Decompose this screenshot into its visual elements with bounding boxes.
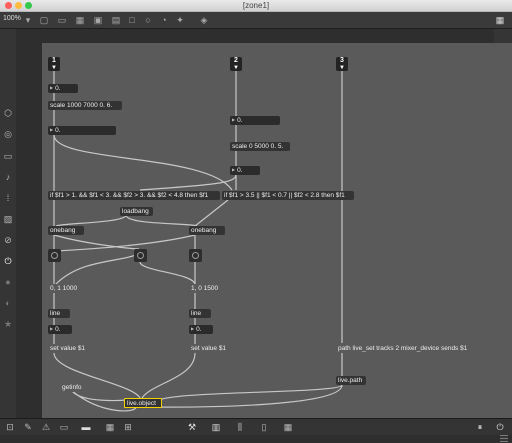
panel-icon[interactable]: ▭ <box>0 150 16 162</box>
number-box-3[interactable]: 0. <box>230 116 280 125</box>
message-box-1[interactable]: 0, 1 1000 <box>48 284 86 293</box>
grid-icon[interactable]: ▦ <box>282 421 294 433</box>
triangle-down-icon: ▼ <box>339 65 345 71</box>
window-title: [zone1] <box>242 1 270 10</box>
lock-icon[interactable]: ▢ <box>38 14 50 26</box>
circle-icon[interactable]: ○ <box>142 14 154 26</box>
bracket-icon[interactable]: ⁞ <box>0 192 16 204</box>
paint-icon[interactable]: ◈ <box>198 14 210 26</box>
live-path-object[interactable]: live.path <box>336 376 366 385</box>
triangle-down-icon: ▼ <box>51 65 57 71</box>
onebang-object-2[interactable]: onebang <box>189 226 225 235</box>
left-sidebar: ⬡ ◎ ▭ ♪ ⁞ ▨ ⊘ ⏻ ● ◐ ★ <box>0 29 16 418</box>
getinfo-message[interactable]: getinfo <box>60 383 86 392</box>
inlet-1[interactable]: 1 ▼ <box>48 57 60 71</box>
mixer-icon[interactable]: ⫼ <box>234 421 246 433</box>
link-icon[interactable]: ⊘ <box>0 234 16 246</box>
patch-cords <box>53 70 343 412</box>
power-icon[interactable]: ⏻ <box>494 421 506 433</box>
set-value-message-1[interactable]: set value $1 <box>48 344 94 353</box>
zoom-chevron-down-icon[interactable]: ▾ <box>22 14 34 26</box>
plug-icon[interactable]: ⏻ <box>0 255 16 267</box>
piano-icon[interactable]: ▥ <box>210 421 222 433</box>
number-box-4[interactable]: 0. <box>230 166 260 175</box>
line-object-2[interactable]: line <box>189 309 211 318</box>
window-icon[interactable]: ▭ <box>56 14 68 26</box>
grid-view-icon[interactable]: ▦ <box>494 14 506 26</box>
pause-icon[interactable]: ⏸ <box>474 421 486 433</box>
number-box-5[interactable]: 0. <box>48 325 72 334</box>
info-icon[interactable]: ● <box>0 276 16 288</box>
bang-button-3[interactable] <box>189 249 202 262</box>
image-icon[interactable]: ▨ <box>0 213 16 225</box>
inlet-3-label: 3 <box>340 57 344 64</box>
if-object-2[interactable]: if $f1 > 3.5 || $f1 < 0.7 || $f2 < 2.8 t… <box>222 191 354 200</box>
path-message[interactable]: path live_set tracks 2 mixer_device send… <box>336 344 476 353</box>
line-object-1[interactable]: line <box>48 309 70 318</box>
patcher-toolbar: 100% ▾ ▢ ▭ ▦ ▣ ▤ □ ○ ◔ ✦ ◈ ▦ <box>0 12 512 29</box>
tablet-icon[interactable]: ▯ <box>258 421 270 433</box>
number-box-1[interactable]: 0. <box>48 84 78 93</box>
presentation-icon[interactable]: ▣ <box>92 14 104 26</box>
warning-icon[interactable]: ⚠ <box>40 421 52 433</box>
status-bar: ⊡ ✎ ⚠ ▭ ▬ ▦ ⊞ ⚒ ▥ ⫼ ▯ ▦ ⏸ ⏻ <box>0 418 512 435</box>
scale-object-2[interactable]: scale 0 5000 0. 5. <box>230 142 290 151</box>
note-icon[interactable]: ♪ <box>0 171 16 183</box>
live-object[interactable]: live.object <box>124 398 162 408</box>
star-icon[interactable]: ★ <box>0 318 16 330</box>
inlet-1-label: 1 <box>52 57 56 64</box>
set-value-message-2[interactable]: set value $1 <box>189 344 235 353</box>
inlet-3[interactable]: 3 ▼ <box>336 57 348 71</box>
patcher-canvas: 1▼ 2▼ 3▼ 0. scale 1000 7000 0. 6. 0. 0. … <box>16 29 512 420</box>
number-box-6[interactable]: 0. <box>189 325 213 334</box>
layout-icon[interactable]: ▤ <box>110 14 122 26</box>
wrench-icon[interactable]: ⚒ <box>186 421 198 433</box>
zoom-menu[interactable]: 100% <box>3 15 21 22</box>
inlet-2-label: 2 <box>234 57 238 64</box>
loadbang-object[interactable]: loadbang <box>120 207 153 216</box>
grid-icon[interactable]: ▦ <box>74 14 86 26</box>
clock-icon[interactable]: ◐ <box>0 297 16 309</box>
inlet-2[interactable]: 2 ▼ <box>230 57 242 71</box>
presentation-icon[interactable]: ▭ <box>58 421 70 433</box>
cube-icon[interactable]: ⬡ <box>0 107 16 119</box>
title-bar: [zone1] <box>0 0 512 12</box>
edit-icon[interactable]: ✎ <box>22 421 34 433</box>
message-box-2[interactable]: 1, 0 1500 <box>189 284 227 293</box>
number-box-2[interactable]: 0. <box>48 126 116 135</box>
star-icon[interactable]: ✦ <box>174 14 186 26</box>
dial-icon[interactable]: ◔ <box>158 14 170 26</box>
patcher-area: 1▼ 2▼ 3▼ 0. scale 1000 7000 0. 6. 0. 0. … <box>42 43 512 420</box>
lock-icon[interactable]: ⊡ <box>4 421 16 433</box>
if-object-1[interactable]: if $f1 > 1. && $f1 < 3. && $f2 > 3. && $… <box>48 191 220 200</box>
box-icon[interactable]: □ <box>126 14 138 26</box>
scale-object-1[interactable]: scale 1000 7000 0. 6. <box>48 101 122 110</box>
onebang-object-1[interactable]: onebang <box>48 226 84 235</box>
bang-button-2[interactable] <box>134 249 147 262</box>
grid-icon[interactable]: ▦ <box>104 421 116 433</box>
grid-icon[interactable]: ⊞ <box>122 421 134 433</box>
bang-button-1[interactable] <box>48 249 61 262</box>
target-icon[interactable]: ◎ <box>0 128 16 140</box>
chat-icon[interactable]: ▬ <box>80 421 92 433</box>
triangle-down-icon: ▼ <box>233 65 239 71</box>
